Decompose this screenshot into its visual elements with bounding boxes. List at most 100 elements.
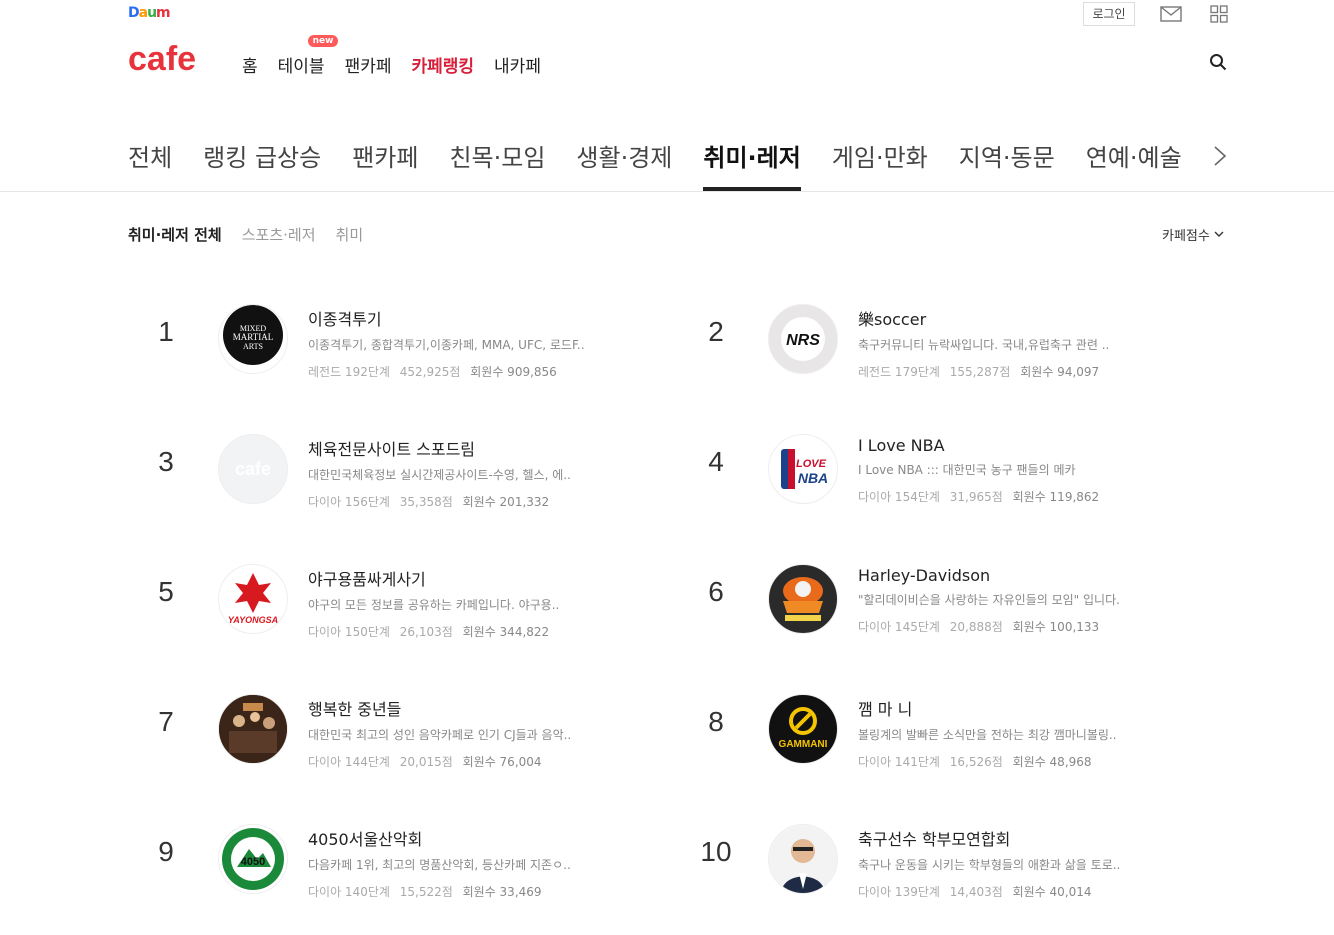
nav-cafe-ranking[interactable]: 카페랭킹 (411, 52, 474, 77)
cafe-meta: 다이아 139단계 14,403점 회원수 40,014 (858, 883, 1188, 900)
cafe-level: 다이아 141단계 (858, 755, 940, 769)
cafe-score: 14,403점 (949, 885, 1003, 899)
svg-text:ARTS: ARTS (243, 342, 263, 351)
cafe-members: 회원수 33,469 (462, 885, 542, 899)
ranking-item[interactable]: 6 Harley-Davidson "할리데이비슨을 사랑하는 자유인들의 모임… (680, 550, 1200, 650)
cafe-thumbnail[interactable]: MIXED MARTIAL ARTS (218, 304, 288, 374)
nav-my-cafe-label: 내카페 (494, 57, 541, 77)
svg-text:GAMMANI: GAMMANI (779, 739, 828, 750)
cafe-description: 이종격투기, 종합격투기,이종카페, MMA, UFC, 로드F.. (308, 338, 585, 352)
cafe-score: 20,015점 (399, 755, 453, 769)
cafe-members: 회원수 48,968 (1012, 755, 1092, 769)
chevron-right-icon[interactable] (1212, 144, 1228, 168)
cafe-logo[interactable]: cafe (128, 40, 196, 79)
nav-home-label: 홈 (242, 57, 258, 77)
cafe-level: 다이아 140단계 (308, 885, 390, 899)
sub-hobby[interactable]: 취미 (336, 224, 364, 245)
cafe-thumbnail[interactable]: NRS (768, 304, 838, 374)
nav-my-cafe[interactable]: 내카페 (494, 52, 541, 77)
cafe-thumbnail[interactable]: YAYONGSA (218, 564, 288, 634)
cafe-level: 다이아 144단계 (308, 755, 390, 769)
tab-ranking-rising[interactable]: 랭킹 급상승 (203, 138, 321, 191)
cafe-thumbnail[interactable]: 4050 (218, 824, 288, 894)
cafe-thumbnail[interactable] (768, 564, 838, 634)
cafe-name[interactable]: 행복한 중년들 (308, 696, 638, 720)
eagle-logo-icon (783, 577, 823, 621)
ranking-item[interactable]: 2 NRS 樂soccer 축구커뮤니티 뉴락싸입니다. 국내,유럽축구 관련 … (680, 290, 1200, 390)
ranking-item[interactable]: 7 행복한 중년들 대한민국 최고의 성인 음악카페로 인기 CJ들과 음악..… (130, 680, 650, 780)
apps-grid-icon[interactable] (1210, 5, 1228, 23)
rank-number: 10 (700, 836, 732, 867)
svg-text:YAYONGSA: YAYONGSA (228, 615, 278, 625)
sub-sports-leisure[interactable]: 스포츠·레저 (242, 224, 316, 245)
cafe-name[interactable]: Harley-Davidson (858, 566, 1188, 585)
cafe-score: 26,103점 (399, 625, 453, 639)
nba-logo-icon: LOVE NBA (781, 449, 828, 489)
cafe-score: 155,287점 (949, 365, 1011, 379)
mail-icon[interactable] (1160, 6, 1182, 22)
cafe-description: 축구커뮤니티 뉴락싸입니다. 국내,유럽축구 관련 .. (858, 338, 1110, 352)
sort-dropdown[interactable]: 카페점수 (1162, 225, 1224, 244)
cafe-level: 레전드 192단계 (308, 365, 390, 379)
cafe-name[interactable]: 깸 마 니 (858, 696, 1188, 720)
daum-logo[interactable]: Daum (128, 5, 171, 21)
mma-logo-icon: MIXED MARTIAL ARTS (223, 305, 283, 373)
cafe-meta: 다이아 144단계 20,015점 회원수 76,004 (308, 753, 638, 770)
cafe-thumbnail[interactable]: LOVE NBA (768, 434, 838, 504)
cafe-description: 다음카페 1위, 최고의 명품산악회, 등산카페 지존ㅇ.. (308, 858, 571, 872)
cafe-name[interactable]: 樂soccer (858, 306, 1188, 330)
svg-text:LOVE: LOVE (796, 458, 827, 470)
tab-entertainment-art[interactable]: 연예·예술 (1086, 138, 1182, 191)
ranking-item[interactable]: 4 LOVE NBA I Love NBA I Love NBA ::: 대한민… (680, 420, 1200, 520)
tab-hobby-leisure[interactable]: 취미·레저 (703, 138, 802, 191)
cafe-thumbnail[interactable] (218, 694, 288, 764)
tab-social[interactable]: 친목·모임 (449, 138, 545, 191)
tab-all[interactable]: 전체 (128, 138, 172, 191)
ranking-item[interactable]: 5 YAYONGSA 야구용품싸게사기 야구의 모든 정보를 공유하는 카페입니… (130, 550, 650, 650)
yayongsa-logo-icon: YAYONGSA (228, 573, 278, 625)
nav-home[interactable]: 홈 (242, 52, 258, 77)
sub-hobby-leisure-all[interactable]: 취미·레저 전체 (128, 224, 222, 245)
cafe-name[interactable]: I Love NBA (858, 436, 1188, 455)
svg-text:4050: 4050 (241, 856, 265, 868)
nav-table[interactable]: 테이블 new (278, 35, 339, 77)
nav-fancafe-label: 팬카페 (344, 57, 392, 77)
cafe-name[interactable]: 축구선수 학부모연합회 (858, 826, 1188, 850)
tab-region-alumni[interactable]: 지역·동문 (959, 138, 1055, 191)
cafe-name[interactable]: 4050서울산악회 (308, 826, 638, 850)
rank-number: 1 (158, 316, 174, 347)
cafe-name[interactable]: 이종격투기 (308, 306, 638, 330)
ranking-item[interactable]: 8 GAMMANI 깸 마 니 볼링계의 발빠른 소식만을 전하는 최강 깸마니… (680, 680, 1200, 780)
cafe-members: 회원수 201,332 (462, 495, 550, 509)
cafe-meta: 다이아 145단계 20,888점 회원수 100,133 (858, 618, 1188, 635)
gammani-logo-icon: GAMMANI (779, 707, 828, 750)
tab-fancafe[interactable]: 팬카페 (352, 138, 418, 191)
cafe-score: 15,522점 (399, 885, 453, 899)
cafe-meta: 레전드 192단계 452,925점 회원수 909,856 (308, 363, 638, 380)
cafe-level: 다이아 156단계 (308, 495, 390, 509)
nrs-logo-icon: NRS (781, 317, 825, 361)
cafe-thumbnail[interactable]: GAMMANI (768, 694, 838, 764)
rank-number: 4 (708, 446, 724, 477)
tab-game-comics[interactable]: 게임·만화 (832, 138, 928, 191)
ranking-item[interactable]: 1 MIXED MARTIAL ARTS 이종격투기 이종격투기, 종합격투기,… (130, 290, 650, 390)
tab-life-economy[interactable]: 생활·경제 (576, 138, 672, 191)
ranking-item[interactable]: 10 축구선수 학부모연합회 축구나 운동을 시키는 학부형들의 애환과 삶을 … (680, 810, 1200, 910)
login-button[interactable]: 로그인 (1083, 2, 1135, 26)
cafe-thumbnail[interactable]: cafe (218, 434, 288, 504)
cafe-name[interactable]: 야구용품싸게사기 (308, 566, 638, 590)
search-icon[interactable] (1209, 53, 1227, 71)
main-nav: 홈 테이블 new 팬카페 카페랭킹 내카페 (242, 35, 541, 77)
cafe-members: 회원수 344,822 (462, 625, 550, 639)
cafe-name[interactable]: 체육전문사이트 스포드림 (308, 436, 638, 460)
ranking-item[interactable]: 9 4050 4050서울산악회 다음카페 1위, 최고의 명품산악회, 등산카… (130, 810, 650, 910)
new-badge: new (307, 35, 339, 47)
nav-fancafe[interactable]: 팬카페 (345, 52, 392, 77)
category-tabs: 전체 랭킹 급상승 팬카페 친목·모임 생활·경제 취미·레저 게임·만화 지역… (0, 100, 1334, 192)
cafe-thumbnail[interactable] (768, 824, 838, 894)
cafe-members: 회원수 909,856 (470, 365, 557, 379)
svg-text:NRS: NRS (786, 332, 820, 349)
rank-number: 6 (708, 576, 724, 607)
cafe-description: 야구의 모든 정보를 공유하는 카페입니다. 야구용.. (308, 598, 560, 612)
ranking-item[interactable]: 3 cafe 체육전문사이트 스포드림 대한민국체육정보 실시간제공사이트-수영… (130, 420, 650, 520)
